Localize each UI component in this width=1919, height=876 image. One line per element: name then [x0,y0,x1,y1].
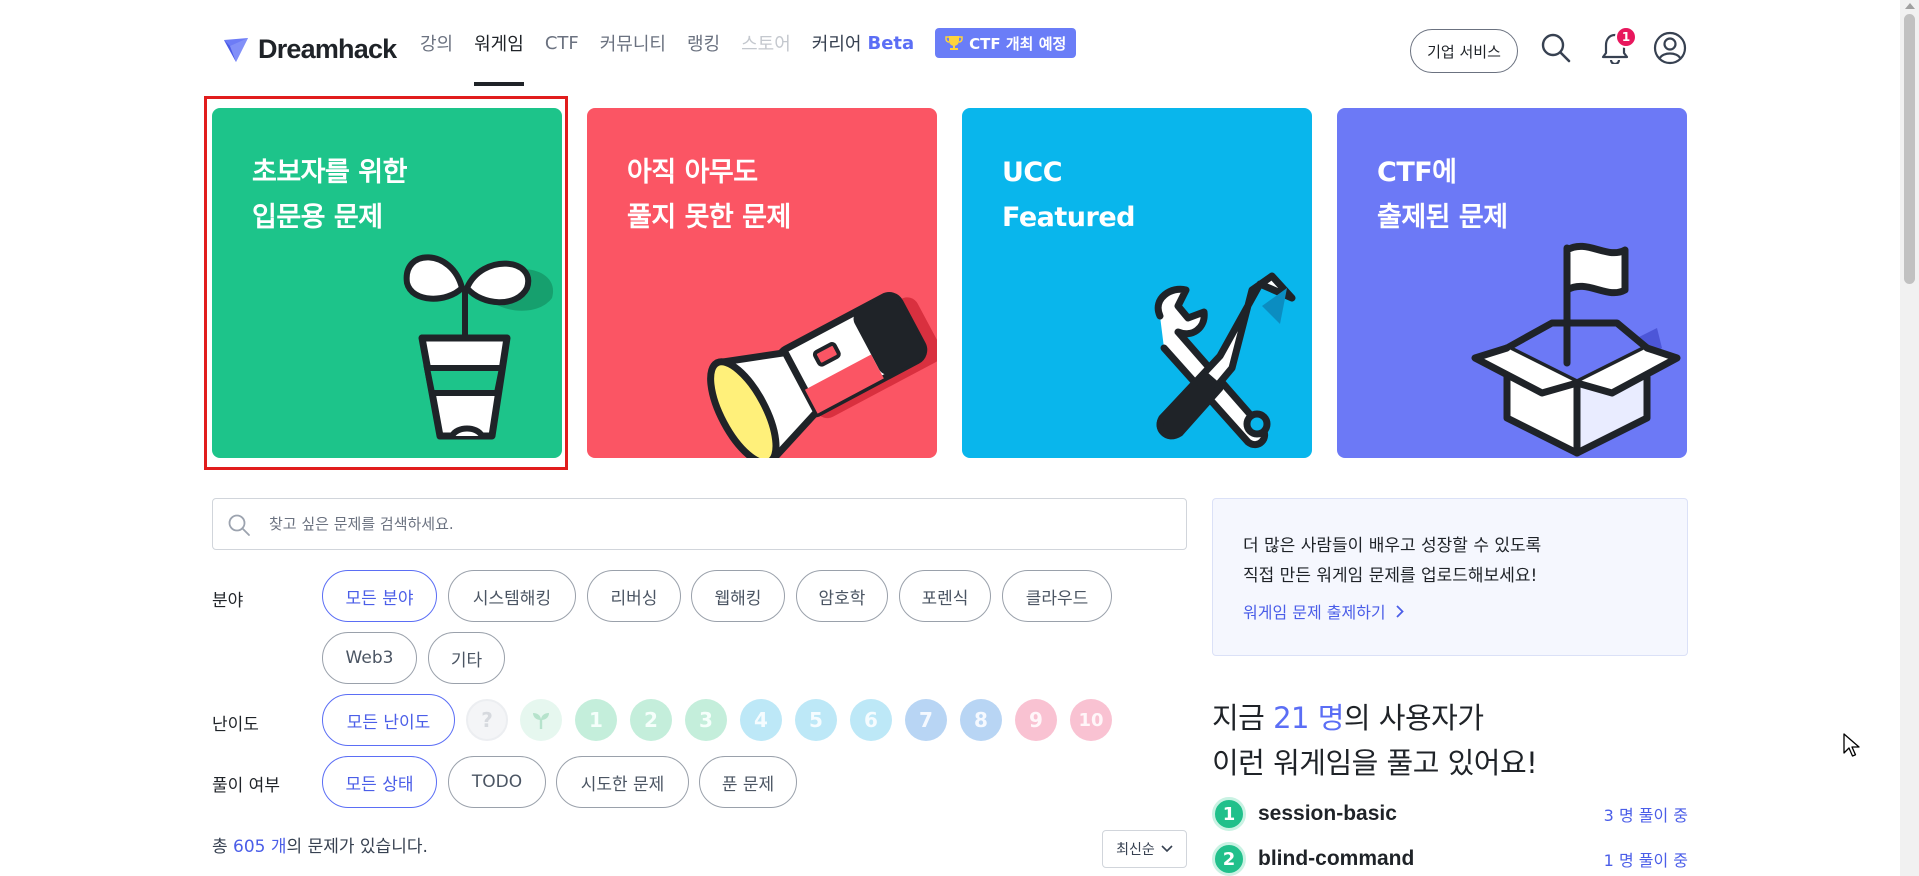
now-playing-item[interactable]: 2 blind-command 1 명 풀이 중 [1212,839,1688,876]
now-playing-solving: 1 명 풀이 중 [1603,851,1688,870]
logo-text: Dreamhack [258,34,397,64]
level-4[interactable]: 4 [740,699,782,741]
card-ucc-featured[interactable]: UCC Featured [962,108,1312,458]
scrollbar-thumb[interactable] [1904,14,1915,284]
card-unsolved[interactable]: 아직 아무도 풀지 못한 문제 [587,108,937,458]
level-6[interactable]: 6 [850,699,892,741]
card-title: 아직 아무도 풀지 못한 문제 [627,157,791,233]
now-playing-rank: 2 [1212,842,1246,876]
chevron-down-icon [1161,845,1173,853]
chip-all-difficulty[interactable]: 모든 난이도 [322,694,455,746]
nav-ranking[interactable]: 랭킹 [687,0,720,86]
now-playing-rank: 1 [1212,797,1246,831]
dreamhack-logo-icon [224,37,248,62]
mouse-cursor-icon [1843,733,1860,757]
chip-forensics[interactable]: 포렌식 [899,570,991,622]
chip-system-hacking[interactable]: 시스템해킹 [448,570,576,622]
notification-count-badge: 1 [1615,26,1637,48]
nav-lectures[interactable]: 강의 [420,0,453,86]
nav-community[interactable]: 커뮤니티 [600,0,666,86]
page-scrollbar[interactable] [1900,0,1919,876]
nav-wargame[interactable]: 워게임 [474,0,524,86]
now-playing-name: blind-command [1258,847,1415,870]
scroll-up-arrow-icon[interactable] [1905,3,1915,9]
tools-icon [1154,272,1296,449]
chip-todo[interactable]: TODO [448,756,546,808]
now-title-suffix: 의 사용자가 [1343,701,1484,735]
level-2[interactable]: 2 [630,699,672,741]
top-header: Dreamhack 강의 워게임 CTF 커뮤니티 랭킹 스토어 커리어 Bet… [0,0,1900,100]
level-3[interactable]: 3 [685,699,727,741]
flashlight-icon [707,292,937,458]
enterprise-service-button[interactable]: 기업 서비스 [1410,29,1518,73]
chip-all-categories[interactable]: 모든 분야 [322,570,437,622]
ctf-badge-label: CTF 개최 예정 [969,34,1067,53]
result-count-prefix: 총 [212,837,234,857]
chip-web3[interactable]: Web3 [322,632,417,684]
chip-etc[interactable]: 기타 [428,632,505,684]
search-button[interactable] [1538,30,1574,66]
sort-dropdown[interactable]: 최신순 [1102,830,1187,868]
promo-link-label: 워게임 문제 출제하기 [1243,603,1386,622]
level-1[interactable]: 1 [575,699,617,741]
nav-career-label: 커리어 [811,34,862,55]
level-9[interactable]: 9 [1015,699,1057,741]
chip-attempted[interactable]: 시도한 문제 [556,756,689,808]
chip-solved[interactable]: 푼 문제 [699,756,797,808]
trophy-icon [945,36,963,50]
chevron-right-icon [1396,604,1404,618]
chip-cryptography[interactable]: 암호학 [796,570,888,622]
sprout-icon [533,713,549,729]
upload-promo-box: 더 많은 사람들이 배우고 성장할 수 있도록 직접 만든 워게임 문제를 업로… [1212,498,1688,656]
now-playing-title: 지금 21 명의 사용자가 이런 워게임을 풀고 있어요! [1212,696,1538,786]
beta-label: Beta [867,32,915,54]
profile-button[interactable] [1652,30,1688,66]
notification-button[interactable]: 1 [1597,26,1637,66]
chip-web-hacking[interactable]: 웹해킹 [691,570,785,622]
now-title-line2: 이런 워게임을 풀고 있어요! [1212,746,1538,780]
now-playing-count: 21 명 [1273,701,1344,735]
now-playing-name: session-basic [1258,802,1397,825]
result-count-number: 605 개 [233,837,287,857]
user-icon [1653,31,1687,65]
difficulty-filter-label: 난이도 [212,715,259,735]
card-title: UCC Featured [1002,157,1135,233]
sort-label: 최신순 [1116,842,1155,858]
result-count-suffix: 의 문제가 있습니다. [286,837,428,857]
now-title-prefix: 지금 [1212,701,1274,735]
level-10[interactable]: 10 [1070,699,1112,741]
category-filter-label: 분야 [212,591,244,611]
level-5[interactable]: 5 [795,699,837,741]
level-unknown[interactable]: ? [466,699,508,741]
main-nav: 강의 워게임 CTF 커뮤니티 랭킹 스토어 커리어 Beta CTF 개최 예… [420,0,1077,86]
card-title: CTF에 출제된 문제 [1377,157,1508,233]
search-icon [228,514,250,536]
now-playing-solving: 3 명 풀이 중 [1603,806,1688,825]
nav-career[interactable]: 커리어 Beta [812,0,914,86]
level-8[interactable]: 8 [960,699,1002,741]
level-7[interactable]: 7 [905,699,947,741]
search-icon [1541,33,1571,63]
result-count: 총 605 개의 문제가 있습니다. [212,832,428,857]
nav-ctf[interactable]: CTF [545,0,579,86]
level-beginner[interactable] [520,699,562,741]
selection-highlight [204,96,568,470]
create-problem-link[interactable]: 워게임 문제 출제하기 [1243,599,1404,623]
chip-reversing[interactable]: 리버싱 [587,570,681,622]
problem-search-box[interactable] [212,498,1187,550]
chip-all-status[interactable]: 모든 상태 [322,756,437,808]
dreamhack-logo[interactable]: Dreamhack [222,34,397,65]
chip-cloud[interactable]: 클라우드 [1002,570,1112,622]
search-input[interactable] [269,499,1169,549]
promo-text: 더 많은 사람들이 배우고 성장할 수 있도록 직접 만든 워게임 문제를 업로… [1243,536,1542,586]
box-flag-icon [1471,242,1681,457]
card-ctf-problems[interactable]: CTF에 출제된 문제 [1337,108,1687,458]
status-filter-label: 풀이 여부 [212,776,280,796]
now-playing-item[interactable]: 1 session-basic 3 명 풀이 중 [1212,794,1688,834]
ctf-upcoming-badge[interactable]: CTF 개최 예정 [935,28,1077,58]
nav-store[interactable]: 스토어 [741,0,791,86]
